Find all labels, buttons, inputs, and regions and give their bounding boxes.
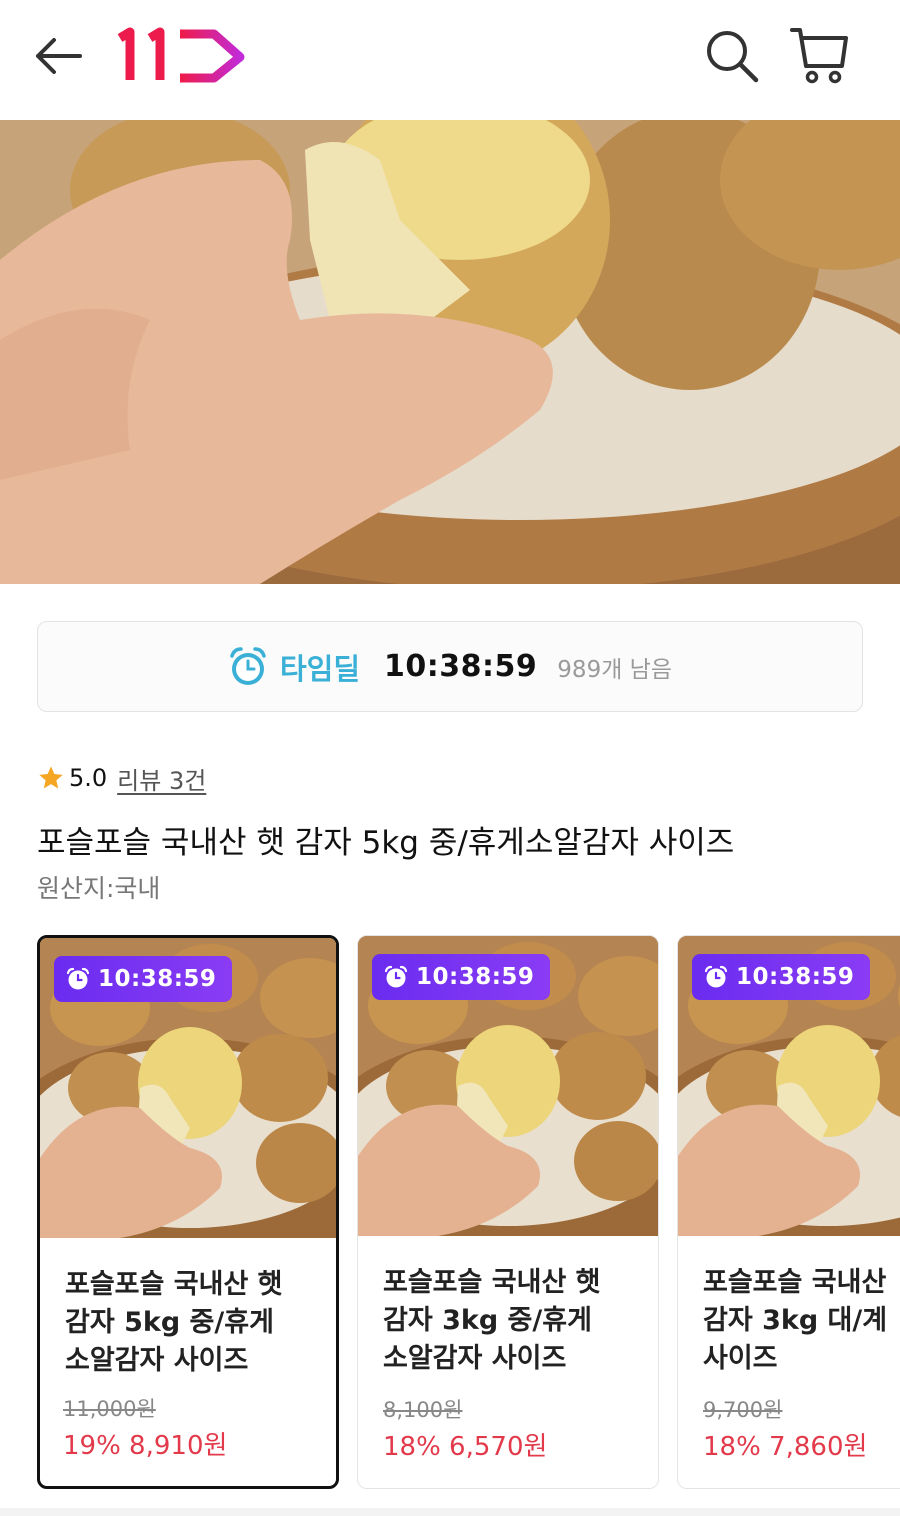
option-card[interactable]: 10:38:59 포슬포슬 국내산 햇 감자 3kg 중/휴게 소알감자 사이즈…	[357, 935, 659, 1489]
option-image: 10:38:59	[40, 938, 336, 1238]
countdown-badge: 10:38:59	[692, 954, 871, 1000]
product-title: 포슬포슬 국내산 햇 감자 5kg 중/휴게소알감자 사이즈	[37, 825, 735, 861]
back-button[interactable]	[30, 32, 88, 80]
rating-row: 5.0 리뷰 3건	[37, 760, 206, 796]
time-deal-remaining: 989개 남음	[557, 656, 672, 683]
search-icon	[707, 31, 759, 83]
option-card[interactable]: 10:38:59 포슬포슬 국내산 햇 감자 5kg 중/휴게 소알감자 사이즈…	[37, 935, 339, 1489]
countdown-time: 10:38:59	[416, 964, 535, 990]
star-icon	[39, 766, 63, 789]
option-image: 10:38:59	[678, 936, 900, 1236]
original-price: 9,700원	[703, 1398, 783, 1422]
option-name: 포슬포슬 국내산 감자 3kg 대/계 사이즈	[703, 1267, 888, 1374]
product-origin: 원산지:국내	[37, 874, 161, 903]
alarm-clock-icon	[66, 967, 90, 990]
section-divider	[0, 1508, 900, 1516]
search-button[interactable]	[702, 26, 762, 86]
11st-logo[interactable]	[116, 26, 248, 84]
review-count-link[interactable]: 리뷰 3건	[117, 761, 206, 796]
alarm-clock-icon	[384, 965, 408, 988]
option-card[interactable]: 10:38:59 포슬포슬 국내산 감자 3kg 대/계 사이즈 9,700원 …	[677, 935, 900, 1489]
countdown-badge: 10:38:59	[372, 954, 551, 1000]
countdown-badge: 10:38:59	[54, 956, 233, 1002]
option-name: 포슬포슬 국내산 햇 감자 5kg 중/휴게 소알감자 사이즈	[65, 1269, 283, 1376]
countdown-time: 10:38:59	[736, 964, 855, 990]
arrow-left-icon	[36, 38, 82, 74]
product-hero-image[interactable]	[0, 120, 900, 584]
cart-button[interactable]	[788, 24, 852, 86]
time-deal-banner: 타임딜 10:38:59 989개 남음	[37, 621, 863, 712]
original-price: 8,100원	[383, 1398, 463, 1422]
sale-price: 18% 7,860원	[703, 1432, 868, 1462]
sale-price: 18% 6,570원	[383, 1432, 548, 1462]
countdown-time: 10:38:59	[98, 966, 217, 992]
time-deal-countdown: 10:38:59	[384, 649, 538, 684]
option-name: 포슬포슬 국내산 햇 감자 3kg 중/휴게 소알감자 사이즈	[383, 1267, 601, 1374]
rating-score: 5.0	[69, 764, 108, 792]
alarm-clock-icon	[230, 646, 266, 685]
time-deal-label: 타임딜	[280, 651, 361, 686]
original-price: 11,000원	[63, 1397, 156, 1421]
cart-icon	[790, 28, 848, 84]
top-app-bar	[0, 0, 900, 120]
option-image: 10:38:59	[358, 936, 658, 1236]
sale-price: 19% 8,910원	[63, 1431, 228, 1461]
alarm-clock-icon	[704, 965, 728, 988]
